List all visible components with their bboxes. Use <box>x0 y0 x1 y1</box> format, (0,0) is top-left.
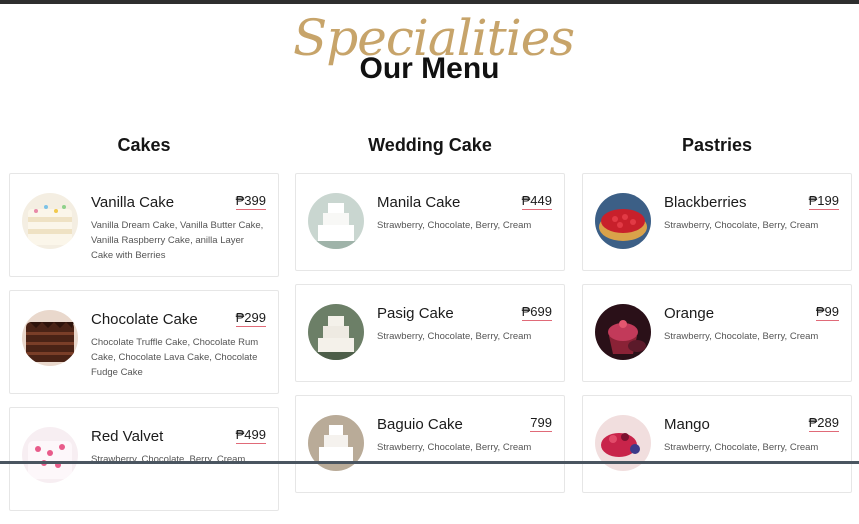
menu-item-card[interactable]: Manila Cake ₱449 Strawberry, Chocolate, … <box>295 173 565 271</box>
chocolate-cake-photo <box>22 310 78 366</box>
column-heading: Wedding Cake <box>368 135 492 155</box>
cupcake-photo <box>595 304 651 360</box>
menu-item-card[interactable]: Mango ₱289 Strawberry, Chocolate, Berry,… <box>582 395 852 493</box>
red-velvet-photo <box>22 427 78 483</box>
item-description: Strawberry, Chocolate, Berry, Cream <box>91 454 246 465</box>
menu-column-pastries: Pastries Blackberries ₱199 Strawberry, C… <box>582 130 852 506</box>
item-price: ₱449 <box>521 193 552 210</box>
top-border <box>0 0 859 4</box>
item-description: Strawberry, Chocolate, Berry, Cream <box>664 442 819 453</box>
menu-item-card[interactable]: Vanilla Cake ₱399 Vanilla Dream Cake, Va… <box>9 173 279 277</box>
column-heading: Pastries <box>681 135 753 155</box>
item-price: ₱499 <box>235 427 266 444</box>
menu-item-card[interactable]: Baguio Cake 799 Strawberry, Chocolate, B… <box>295 395 565 493</box>
item-name: Orange <box>664 305 715 322</box>
item-description: Strawberry, Chocolate, Berry, Cream <box>377 442 532 453</box>
item-description: Strawberry, Chocolate, Berry, Cream <box>377 331 532 342</box>
vanilla-cake-photo <box>22 193 78 249</box>
item-description: Vanilla Dream Cake, Vanilla Butter Cake,… <box>91 220 264 261</box>
wedding-cake-photo <box>308 193 364 249</box>
item-price: ₱289 <box>808 415 839 432</box>
item-price: ₱99 <box>815 304 839 321</box>
item-price: 799 <box>530 415 552 432</box>
item-price: ₱199 <box>808 193 839 210</box>
column-heading: Cakes <box>117 135 171 155</box>
menu-item-card[interactable]: Red Valvet ₱499 Strawberry, Chocolate, B… <box>9 407 279 511</box>
menu-column-cakes: Cakes Vanilla Cake ₱399 Vanilla Dream Ca… <box>9 130 279 524</box>
item-price: ₱699 <box>521 304 552 321</box>
berry-tart-photo <box>595 193 651 249</box>
menu-header: Specialities Our Menu <box>0 8 859 98</box>
item-description: Chocolate Truffle Cake, Chocolate Rum Ca… <box>91 337 259 378</box>
item-description: Strawberry, Chocolate, Berry, Cream <box>664 331 819 342</box>
menu-item-card[interactable]: Pasig Cake ₱699 Strawberry, Chocolate, B… <box>295 284 565 382</box>
menu-item-card[interactable]: Blackberries ₱199 Strawberry, Chocolate,… <box>582 173 852 271</box>
menu-item-card[interactable]: Orange ₱99 Strawberry, Chocolate, Berry,… <box>582 284 852 382</box>
item-description: Strawberry, Chocolate, Berry, Cream <box>377 220 532 231</box>
wedding-cake-photo <box>308 304 364 360</box>
item-name: Baguio Cake <box>377 416 463 433</box>
item-price: ₱299 <box>235 310 266 327</box>
menu-item-card[interactable]: Chocolate Cake ₱299 Chocolate Truffle Ca… <box>9 290 279 394</box>
page-title: Our Menu <box>359 52 500 85</box>
item-price: ₱399 <box>235 193 266 210</box>
item-description: Strawberry, Chocolate, Berry, Cream <box>664 220 819 231</box>
menu-column-wedding-cake: Wedding Cake Manila Cake ₱449 Strawberry… <box>295 130 565 506</box>
